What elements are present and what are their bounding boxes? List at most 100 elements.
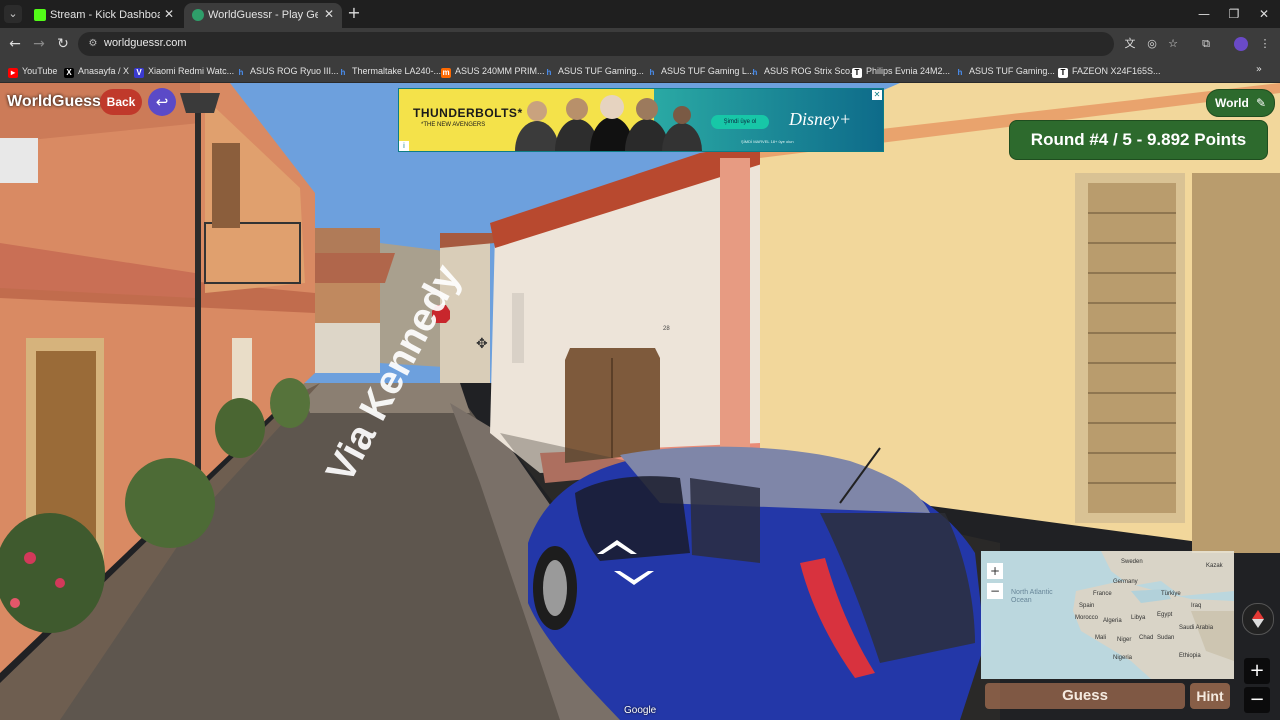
bookmark-label: Philips Evnia 24M2... <box>866 66 951 76</box>
map-label: Mali <box>1095 635 1107 641</box>
worldguessr-logo: WorldGuessr <box>7 93 108 110</box>
bookmark-label: ASUS ROG Ryuo III... <box>250 66 339 76</box>
bookmark-item[interactable]: h ASUS TUF Gaming... <box>544 64 644 78</box>
tab-worldguessr[interactable]: WorldGuessr - Play Geoguessr ✕ <box>184 3 342 28</box>
eye-off-icon[interactable]: ◎ <box>1145 37 1159 51</box>
return-to-start-button[interactable]: ↩ <box>148 88 176 116</box>
compass-needle-icon <box>1252 610 1264 628</box>
ad-brand-logo: Disney+ <box>789 109 852 129</box>
bookmark-label: Anasayfa / X <box>78 66 130 76</box>
compass-button[interactable] <box>1242 603 1274 635</box>
house-number-sign: 28 <box>663 326 670 332</box>
map-label: Türkiye <box>1161 591 1181 597</box>
h-icon: h <box>649 68 655 77</box>
bookmark-item[interactable]: h Thermaltake LA240-... <box>338 64 442 78</box>
minimap-zoom-in-button[interactable]: + <box>987 563 1003 579</box>
map-label: Kazak <box>1206 563 1223 569</box>
translate-icon[interactable]: 文 <box>1123 37 1137 51</box>
hint-button[interactable]: Hint <box>1190 683 1230 709</box>
v-icon: V <box>134 68 144 78</box>
browser-tabstrip: ⌄ Stream - Kick Dashboard ✕ WorldGuessr … <box>0 0 1280 28</box>
bookmark-item[interactable]: h ASUS TUF Gaming... <box>955 64 1055 78</box>
minimap-zoom-out-button[interactable]: − <box>987 583 1003 599</box>
guess-minimap[interactable]: Sweden Kazak North Atlantic Ocean German… <box>981 551 1234 679</box>
close-window-button[interactable]: ✕ <box>1256 6 1272 22</box>
bookmark-item[interactable]: V Xiaomi Redmi Watc... <box>134 64 234 78</box>
browser-toolbar: ← → ↻ ⚙ worldguessr.com 文 ◎ ☆ ⧉ ⋮ <box>0 28 1280 60</box>
bookmark-label: Thermaltake LA240-... <box>352 66 442 76</box>
bookmark-label: Xiaomi Redmi Watc... <box>148 66 235 76</box>
ad-info-icon[interactable]: i <box>399 141 409 151</box>
street-view-panorama[interactable]: Via Kennedy 28 ✥ Google WorldGuessr Back… <box>0 83 1280 720</box>
pencil-icon: ✎ <box>1255 96 1266 110</box>
map-label: North Atlantic Ocean <box>1011 589 1053 604</box>
map-select-button[interactable]: World ✎ <box>1206 89 1275 117</box>
zoom-in-button[interactable]: + <box>1244 658 1270 684</box>
bookmarks-bar: ▸ YouTube X Anasayfa / X V Xiaomi Redmi Wat… <box>0 60 1280 83</box>
ad-cast-image <box>515 95 702 151</box>
ad-subtitle: *THE NEW AVENGERS <box>421 122 486 128</box>
move-cursor-icon: ✥ <box>476 336 488 352</box>
tab-title: WorldGuessr - Play Geoguessr <box>208 9 318 21</box>
tab-title: Stream - Kick Dashboard <box>50 9 160 21</box>
t-icon: T <box>852 68 862 78</box>
ad-fine-print: ŞİMDİ MARVEL 18+ üye olun <box>741 139 794 144</box>
map-label: Spain <box>1079 603 1095 609</box>
ad-title: THUNDERBOLTS* <box>413 106 523 120</box>
bookmark-item[interactable]: h ASUS ROG Ryuo III... <box>236 64 339 78</box>
map-label: Chad <box>1139 635 1154 641</box>
back-button[interactable]: Back <box>100 89 142 115</box>
reload-button[interactable]: ↻ <box>55 36 71 52</box>
youtube-icon: ▸ <box>8 68 18 78</box>
map-label: Germany <box>1113 579 1138 585</box>
bookmark-item[interactable]: h ASUS TUF Gaming L... <box>647 64 755 78</box>
bookmark-item[interactable]: X Anasayfa / X <box>64 64 129 78</box>
bookmark-item[interactable]: m ASUS 240MM PRIM... <box>441 64 545 78</box>
tab-kick-dashboard[interactable]: Stream - Kick Dashboard ✕ <box>26 3 182 28</box>
bookmark-star-icon[interactable]: ☆ <box>1166 37 1180 51</box>
map-label: Nigeria <box>1113 655 1133 661</box>
address-bar[interactable]: ⚙ worldguessr.com <box>78 32 1114 56</box>
guess-button[interactable]: Guess <box>985 683 1185 709</box>
nav-arrow-forward-icon[interactable] <box>597 540 637 554</box>
zoom-out-button[interactable]: − <box>1244 687 1270 713</box>
x-icon: X <box>64 68 74 78</box>
bookmark-item[interactable]: T Philips Evnia 24M2... <box>852 64 950 78</box>
map-label: Morocco <box>1075 615 1099 621</box>
return-arrow-icon: ↩ <box>155 93 169 111</box>
kick-favicon-icon <box>34 9 46 21</box>
back-nav-button[interactable]: ← <box>7 36 23 52</box>
ad-banner[interactable]: THUNDERBOLTS* *THE NEW AVENGERS Şimdi üy… <box>398 88 884 152</box>
bookmark-label: ASUS ROG Strix Sco... <box>764 66 858 76</box>
map-select-label: World <box>1215 96 1249 110</box>
new-tab-button[interactable]: + <box>346 5 362 21</box>
bookmark-label: YouTube <box>22 66 58 76</box>
profile-avatar-icon[interactable] <box>1234 37 1248 51</box>
extensions-icon[interactable]: ⧉ <box>1199 37 1213 51</box>
minimize-button[interactable]: — <box>1196 6 1212 22</box>
nav-arrow-back-icon[interactable] <box>614 571 654 585</box>
worldguessr-favicon-icon <box>192 9 204 21</box>
map-label: Algeria <box>1103 618 1122 624</box>
forward-nav-button[interactable]: → <box>31 36 47 52</box>
t-icon: T <box>1058 68 1068 78</box>
close-tab-icon[interactable]: ✕ <box>162 7 176 21</box>
bookmark-item[interactable]: T FAZEON X24F165S... <box>1058 64 1161 78</box>
menu-kebab-icon[interactable]: ⋮ <box>1258 37 1272 51</box>
tab-search-button[interactable]: ⌄ <box>4 5 22 23</box>
mi-icon: m <box>441 68 451 78</box>
map-label: Sweden <box>1121 559 1143 565</box>
google-watermark: Google <box>624 705 657 716</box>
restore-button[interactable]: ❐ <box>1226 6 1242 22</box>
bookmark-label: ASUS TUF Gaming... <box>969 66 1055 76</box>
map-label: Egypt <box>1157 612 1173 618</box>
h-icon: h <box>957 68 963 77</box>
ad-cta-button[interactable]: Şimdi üye ol <box>711 115 769 129</box>
bookmark-item[interactable]: h ASUS ROG Strix Sco... <box>750 64 858 78</box>
map-label: Niger <box>1117 637 1132 643</box>
bookmark-item[interactable]: ▸ YouTube <box>8 64 57 78</box>
site-info-icon[interactable]: ⚙ <box>86 37 100 51</box>
ad-close-icon[interactable]: ✕ <box>872 90 882 100</box>
close-tab-icon[interactable]: ✕ <box>322 7 336 21</box>
more-bookmarks-icon[interactable]: » <box>1256 64 1262 75</box>
